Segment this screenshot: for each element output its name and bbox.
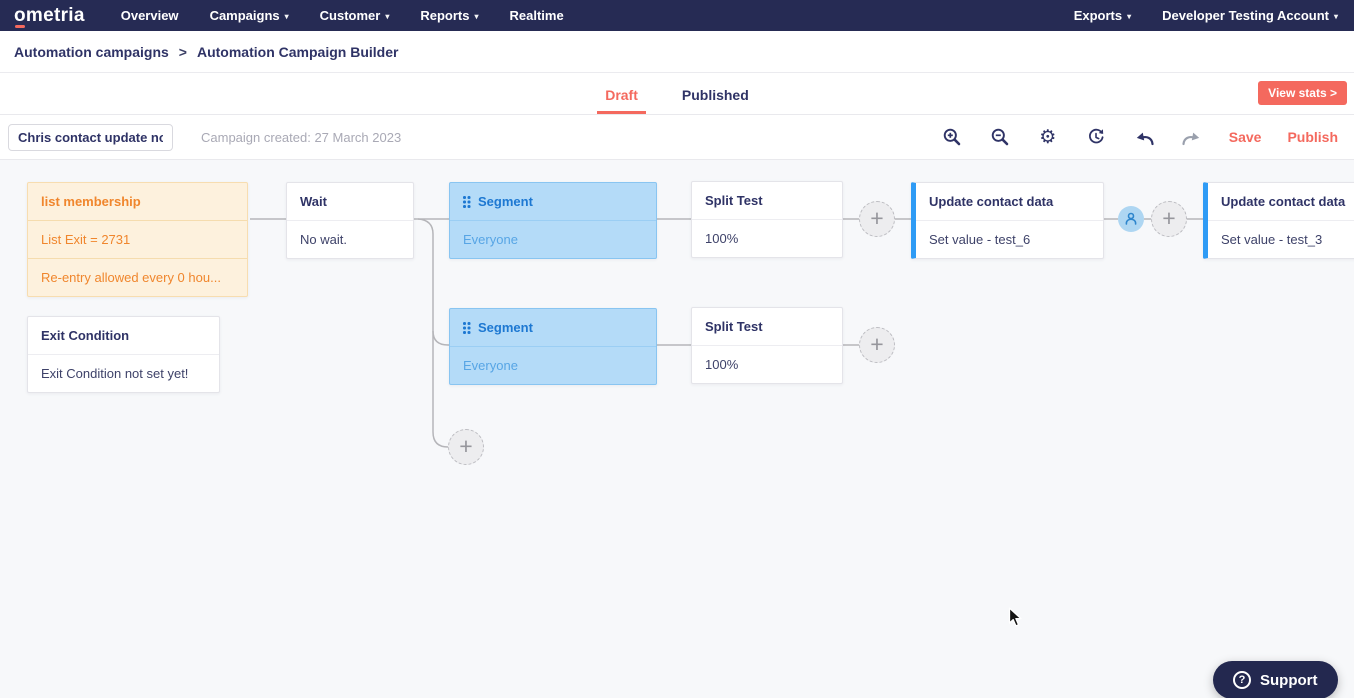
trigger-node-list-membership[interactable]: list membership List Exit = 2731 Re-entr… — [27, 182, 248, 297]
add-node-button-3[interactable]: + — [859, 327, 895, 363]
update-2-title: Update contact data — [1221, 194, 1346, 209]
split-test-node-2[interactable]: Split Test 100% — [691, 307, 843, 384]
logo-rest: metria — [25, 5, 85, 26]
update-1-title: Update contact data — [929, 194, 1054, 209]
split-test-node-1[interactable]: Split Test 100% — [691, 181, 843, 258]
toolbar-actions: ⚙ Save Publish — [941, 126, 1338, 148]
wait-title: Wait — [300, 194, 327, 209]
plus-icon: + — [870, 330, 884, 357]
drag-handle-icon[interactable] — [463, 196, 470, 207]
trigger-title: list membership — [41, 194, 141, 209]
segment-node-2[interactable]: Segment Everyone — [449, 308, 657, 385]
builder-toolbar: Campaign created: 27 March 2023 ⚙ Save P… — [0, 115, 1354, 160]
history-icon[interactable] — [1085, 126, 1107, 148]
segment-1-header: Segment — [450, 183, 656, 220]
add-branch-button[interactable]: + — [448, 429, 484, 465]
breadcrumb: Automation campaigns > Automation Campai… — [0, 31, 1354, 73]
chevron-down-icon: ▾ — [1333, 11, 1338, 21]
add-node-button-1[interactable]: + — [859, 201, 895, 237]
publish-button[interactable]: Publish — [1287, 129, 1338, 145]
update-1-body: Set value - test_6 — [916, 220, 1103, 258]
wait-body: No wait. — [287, 220, 413, 258]
nav-item-account[interactable]: Developer Testing Account ▾ — [1162, 8, 1338, 23]
tabs-bar: Draft Published View stats > — [0, 73, 1354, 115]
breadcrumb-separator: > — [178, 43, 187, 60]
nav-item-realtime[interactable]: Realtime — [510, 8, 564, 23]
breadcrumb-item-builder: Automation Campaign Builder — [196, 43, 399, 60]
plus-icon: + — [870, 204, 884, 231]
trigger-reentry: Re-entry allowed every 0 hou... — [28, 258, 247, 296]
top-nav: ometria Overview Campaigns ▾ Customer ▾ Re… — [0, 0, 1354, 31]
settings-gear-icon[interactable]: ⚙ — [1037, 126, 1059, 148]
nav-item-reports[interactable]: Reports ▾ — [420, 8, 478, 23]
contact-person-badge[interactable] — [1118, 206, 1144, 232]
plus-icon: + — [459, 432, 473, 459]
segment-2-body: Everyone — [450, 346, 656, 384]
drag-handle-icon[interactable] — [463, 322, 470, 333]
segment-2-title: Segment — [478, 320, 533, 335]
nav-item-campaigns[interactable]: Campaigns ▾ — [210, 8, 289, 23]
plus-icon: + — [1162, 204, 1176, 231]
segment-2-header: Segment — [450, 309, 656, 346]
support-button[interactable]: ? Support — [1213, 661, 1338, 698]
zoom-in-icon[interactable] — [941, 126, 963, 148]
logo-letter-o: o — [14, 5, 26, 28]
add-node-button-2[interactable]: + — [1151, 201, 1187, 237]
chevron-down-icon: ▾ — [1127, 11, 1132, 21]
campaign-created-label: Campaign created: 27 March 2023 — [201, 129, 402, 145]
nav-item-customer[interactable]: Customer ▾ — [320, 8, 390, 23]
tab-draft[interactable]: Draft — [597, 87, 646, 114]
exit-condition-node[interactable]: Exit Condition Exit Condition not set ye… — [27, 316, 220, 393]
nav-right: Exports ▾ Developer Testing Account ▾ — [1043, 8, 1338, 23]
zoom-out-icon[interactable] — [989, 126, 1011, 148]
chevron-down-icon: ▾ — [284, 11, 289, 21]
wait-node[interactable]: Wait No wait. — [286, 182, 414, 259]
split-1-percent: 100% — [692, 219, 842, 257]
split-2-title: Split Test — [705, 319, 763, 334]
question-icon: ? — [1233, 671, 1251, 689]
update-2-body: Set value - test_3 — [1208, 220, 1354, 258]
update-contact-node-1[interactable]: Update contact data Set value - test_6 — [911, 182, 1104, 259]
save-button[interactable]: Save — [1229, 129, 1262, 145]
split-2-percent: 100% — [692, 345, 842, 383]
nav-left: ometria Overview Campaigns ▾ Customer ▾ Re… — [14, 5, 595, 28]
chevron-down-icon: ▾ — [474, 11, 479, 21]
view-stats-button[interactable]: View stats > — [1258, 81, 1347, 105]
exit-condition-title: Exit Condition — [41, 328, 130, 343]
update-contact-node-2[interactable]: Update contact data Set value - test_3 — [1203, 182, 1354, 259]
person-icon — [1125, 212, 1137, 225]
campaign-name-input[interactable] — [8, 123, 173, 151]
chevron-down-icon: ▾ — [385, 11, 390, 21]
support-label: Support — [1260, 671, 1318, 689]
trigger-list-exit: List Exit = 2731 — [28, 220, 247, 258]
undo-icon[interactable] — [1133, 126, 1155, 148]
exit-condition-body: Exit Condition not set yet! — [28, 354, 219, 392]
tab-published[interactable]: Published — [674, 87, 757, 114]
segment-1-title: Segment — [478, 194, 533, 209]
flow-canvas[interactable]: list membership List Exit = 2731 Re-entr… — [0, 160, 1354, 698]
ometria-logo[interactable]: ometria — [14, 5, 85, 28]
redo-icon[interactable] — [1181, 126, 1203, 148]
nav-item-exports[interactable]: Exports ▾ — [1074, 8, 1131, 23]
segment-node-1[interactable]: Segment Everyone — [449, 182, 657, 259]
split-1-title: Split Test — [705, 193, 763, 208]
breadcrumb-item-automation-campaigns[interactable]: Automation campaigns — [14, 44, 169, 60]
nav-item-overview[interactable]: Overview — [121, 8, 179, 23]
segment-1-body: Everyone — [450, 220, 656, 258]
